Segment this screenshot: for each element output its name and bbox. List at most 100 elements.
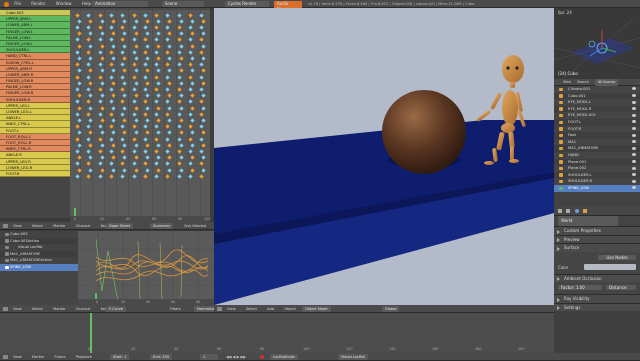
keyframe[interactable]: [131, 136, 137, 142]
tl-menu-frame[interactable]: Frame: [54, 355, 65, 359]
keyframe[interactable]: [120, 62, 125, 67]
keyframe[interactable]: [179, 81, 184, 86]
keyframe[interactable]: [177, 25, 182, 30]
keyframe[interactable]: [177, 74, 182, 80]
keyframe[interactable]: [109, 25, 114, 30]
keyframe[interactable]: [165, 25, 171, 30]
keyframe[interactable]: [97, 74, 103, 80]
dopesheet-mode-select[interactable]: Dope Sheet: [106, 223, 133, 229]
keyframe[interactable]: [188, 112, 193, 117]
keyframe[interactable]: [133, 81, 139, 86]
keyframe[interactable]: [131, 37, 137, 43]
keyframe[interactable]: [167, 105, 173, 111]
scene-tab-icon[interactable]: [566, 209, 571, 213]
keyframe[interactable]: [154, 50, 159, 55]
keyframe[interactable]: [111, 105, 116, 111]
keyframe[interactable]: [145, 43, 150, 49]
keyframe[interactable]: [143, 62, 148, 67]
keyframe[interactable]: [167, 43, 173, 49]
keyframe[interactable]: [122, 93, 127, 98]
keyframe[interactable]: [190, 155, 195, 160]
keyframe[interactable]: [190, 130, 195, 136]
keyframe[interactable]: [86, 12, 91, 18]
visibility-eye-icon[interactable]: [632, 93, 636, 97]
keyframe[interactable]: [177, 62, 182, 67]
keyframe[interactable]: [111, 56, 116, 61]
keyframe[interactable]: [109, 112, 114, 117]
keyframe[interactable]: [167, 19, 173, 24]
outliner-display-select[interactable]: All Scenes: [594, 79, 619, 86]
outliner-item[interactable]: EYE_MODL.L: [554, 99, 640, 106]
keyframe[interactable]: [165, 50, 171, 55]
keyframe[interactable]: [86, 62, 91, 67]
keyframe[interactable]: [133, 56, 139, 61]
keyframe[interactable]: [131, 174, 137, 179]
color-swatch[interactable]: [584, 263, 636, 270]
keyframe[interactable]: [97, 112, 103, 117]
keyframe[interactable]: [75, 174, 80, 179]
keyframe[interactable]: [133, 31, 139, 36]
keyframe[interactable]: [177, 112, 182, 117]
keyframe[interactable]: [154, 87, 159, 92]
keyframe[interactable]: [179, 130, 184, 136]
3d-viewport[interactable]: [214, 8, 554, 305]
keyframe[interactable]: [154, 112, 159, 117]
keying-select[interactable]: LocRotScale: [270, 354, 298, 360]
keyframe[interactable]: [131, 12, 137, 18]
visibility-eye-icon[interactable]: [632, 126, 636, 130]
keyframe[interactable]: [120, 161, 125, 167]
keyframe[interactable]: [165, 112, 171, 117]
keyframe[interactable]: [86, 161, 91, 167]
keyframe[interactable]: [143, 87, 148, 92]
keyframe[interactable]: [177, 37, 182, 43]
keyframe[interactable]: [75, 124, 80, 129]
keyframe[interactable]: [179, 93, 184, 98]
visibility-eye-icon[interactable]: [632, 186, 636, 190]
keyframe[interactable]: [111, 93, 116, 98]
keyframe[interactable]: [179, 155, 184, 160]
keyframe[interactable]: [143, 174, 148, 179]
keyframe[interactable]: [167, 167, 173, 173]
keyframe[interactable]: [122, 31, 127, 36]
keyframe[interactable]: [111, 31, 116, 36]
ds-menu-marker[interactable]: Marker: [53, 224, 65, 228]
keyframe[interactable]: [75, 112, 80, 117]
keyframe[interactable]: [120, 124, 125, 129]
outliner-item[interactable]: Cubo.001: [554, 92, 640, 100]
outliner-item[interactable]: Plane.002: [554, 165, 640, 172]
keyframe[interactable]: [177, 99, 182, 105]
keyframe[interactable]: [111, 167, 116, 173]
keyframe[interactable]: [86, 124, 91, 129]
keyframe[interactable]: [109, 62, 114, 67]
keyframe[interactable]: [190, 105, 195, 111]
keyframe[interactable]: [109, 136, 114, 142]
keyframe[interactable]: [201, 93, 206, 98]
keyframe[interactable]: [188, 74, 193, 80]
visibility-eye-icon[interactable]: [632, 107, 636, 111]
keyframe[interactable]: [165, 87, 171, 92]
keyframe[interactable]: [133, 118, 139, 123]
keyframe[interactable]: [201, 105, 206, 111]
keyframe[interactable]: [154, 161, 159, 167]
viewport-type-icon[interactable]: [217, 307, 222, 311]
tl-menu-playback[interactable]: Playback: [76, 355, 92, 359]
keyframe[interactable]: [179, 143, 184, 148]
timeline-current-frame[interactable]: [90, 313, 92, 353]
keyframe[interactable]: [75, 161, 80, 167]
keyframe[interactable]: [201, 31, 206, 36]
keyframe[interactable]: [75, 25, 80, 30]
keyframe[interactable]: [154, 99, 159, 105]
keyframe[interactable]: [167, 68, 173, 74]
keyframe[interactable]: [145, 143, 150, 148]
menu-help[interactable]: Help: [82, 1, 91, 6]
keyframe[interactable]: [75, 74, 80, 80]
keyframe[interactable]: [177, 149, 182, 154]
keyframe[interactable]: [201, 56, 206, 61]
keyframe[interactable]: [201, 167, 206, 173]
keyframe[interactable]: [154, 74, 159, 80]
keyframe[interactable]: [97, 87, 103, 92]
keyframe[interactable]: [120, 99, 125, 105]
keyframe[interactable]: [179, 118, 184, 123]
visibility-eye-icon[interactable]: [632, 146, 636, 150]
keyframe[interactable]: [145, 93, 150, 98]
